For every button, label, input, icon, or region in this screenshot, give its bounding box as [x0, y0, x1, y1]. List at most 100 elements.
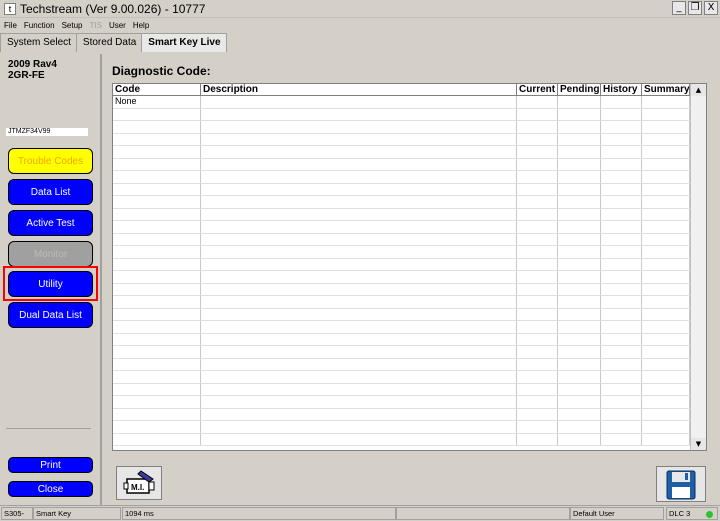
- menu-help[interactable]: Help: [133, 21, 149, 30]
- table-row[interactable]: [113, 346, 690, 359]
- table-cell: [113, 121, 201, 133]
- table-row[interactable]: [113, 171, 690, 184]
- table-cell: [642, 121, 690, 133]
- table-row[interactable]: [113, 283, 690, 296]
- table-row[interactable]: [113, 108, 690, 121]
- table-scrollbar[interactable]: ▲ ▼: [690, 84, 706, 450]
- data-list-button[interactable]: Data List: [8, 179, 93, 205]
- menu-setup[interactable]: Setup: [62, 21, 83, 30]
- table-cell: [642, 333, 690, 345]
- table-cell: [113, 433, 201, 445]
- table-row[interactable]: [113, 371, 690, 384]
- menu-function[interactable]: Function: [24, 21, 55, 30]
- save-button[interactable]: [656, 466, 706, 502]
- table-cell: [113, 421, 201, 433]
- column-header-description[interactable]: Description: [201, 84, 517, 95]
- table-row[interactable]: [113, 321, 690, 334]
- monitor-button: Monitor: [8, 241, 93, 267]
- close-button[interactable]: Close: [8, 481, 93, 497]
- table-row[interactable]: [113, 258, 690, 271]
- table-cell: [642, 308, 690, 320]
- mil-button[interactable]: M.I.: [116, 466, 162, 500]
- table-cell: [517, 408, 558, 420]
- column-header-pending[interactable]: Pending: [558, 84, 601, 95]
- trouble-codes-button[interactable]: Trouble Codes: [8, 148, 93, 174]
- tab-stored-data[interactable]: Stored Data: [75, 33, 143, 52]
- table-cell: [113, 196, 201, 208]
- table-cell: [201, 221, 517, 233]
- table-row[interactable]: [113, 433, 690, 446]
- minimize-button[interactable]: _: [672, 1, 686, 15]
- table-row[interactable]: None: [113, 96, 690, 109]
- utility-button[interactable]: Utility: [8, 271, 93, 297]
- table-cell: [201, 346, 517, 358]
- table-cell: [558, 408, 601, 420]
- table-cell: [558, 371, 601, 383]
- table-cell: [558, 221, 601, 233]
- table-cell: [201, 183, 517, 195]
- table-cell: [642, 283, 690, 295]
- table-row[interactable]: [113, 121, 690, 134]
- menu-file[interactable]: File: [4, 21, 17, 30]
- table-cell: [601, 321, 642, 333]
- diagnostic-code-table: Code Description Current Pending History…: [112, 83, 707, 451]
- scroll-up-icon[interactable]: ▲: [691, 84, 706, 96]
- table-cell: [201, 308, 517, 320]
- table-cell: [517, 296, 558, 308]
- tab-smart-key-live[interactable]: Smart Key Live: [141, 33, 227, 52]
- table-row[interactable]: [113, 333, 690, 346]
- active-test-button[interactable]: Active Test: [8, 210, 93, 236]
- window-title: Techstream (Ver 9.00.026) - 10777: [20, 1, 206, 16]
- table-cell: [201, 258, 517, 270]
- table-cell: [601, 408, 642, 420]
- table-cell: [517, 383, 558, 395]
- table-cell: [113, 146, 201, 158]
- status-user: Default User: [570, 507, 664, 520]
- table-row[interactable]: [113, 183, 690, 196]
- table-cell: [113, 358, 201, 370]
- table-cell: [201, 158, 517, 170]
- table-cell: [201, 171, 517, 183]
- column-header-history[interactable]: History: [601, 84, 642, 95]
- dual-data-list-button[interactable]: Dual Data List: [8, 302, 93, 328]
- table-row[interactable]: [113, 383, 690, 396]
- table-row[interactable]: [113, 146, 690, 159]
- table-row[interactable]: [113, 271, 690, 284]
- table-row[interactable]: [113, 396, 690, 409]
- print-button[interactable]: Print: [8, 457, 93, 473]
- table-cell: [642, 408, 690, 420]
- table-row[interactable]: [113, 358, 690, 371]
- table-cell: [558, 133, 601, 145]
- tab-system-select[interactable]: System Select: [0, 33, 77, 52]
- table-cell: [201, 433, 517, 445]
- close-window-button[interactable]: X: [704, 1, 718, 15]
- table-cell: [642, 108, 690, 120]
- table-row[interactable]: [113, 308, 690, 321]
- table-cell: [601, 421, 642, 433]
- table-cell: [558, 196, 601, 208]
- table-row[interactable]: [113, 208, 690, 221]
- table-cell: [558, 246, 601, 258]
- table-cell: [601, 133, 642, 145]
- table-cell: [201, 396, 517, 408]
- table-row[interactable]: [113, 133, 690, 146]
- table-row[interactable]: [113, 246, 690, 259]
- column-header-code[interactable]: Code: [113, 84, 201, 95]
- column-header-summary[interactable]: Summary: [642, 84, 690, 95]
- table-cell: [642, 158, 690, 170]
- table-row[interactable]: [113, 221, 690, 234]
- table-cell: [517, 121, 558, 133]
- table-row[interactable]: [113, 408, 690, 421]
- table-cell: [558, 271, 601, 283]
- table-row[interactable]: [113, 296, 690, 309]
- scroll-down-icon[interactable]: ▼: [691, 438, 706, 450]
- table-cell: [201, 196, 517, 208]
- table-row[interactable]: [113, 421, 690, 434]
- table-row[interactable]: [113, 233, 690, 246]
- table-row[interactable]: [113, 158, 690, 171]
- engine-check-icon: M.I.: [123, 470, 155, 494]
- menu-user[interactable]: User: [109, 21, 126, 30]
- table-row[interactable]: [113, 196, 690, 209]
- restore-button[interactable]: ❐: [688, 1, 702, 15]
- column-header-current[interactable]: Current: [517, 84, 558, 95]
